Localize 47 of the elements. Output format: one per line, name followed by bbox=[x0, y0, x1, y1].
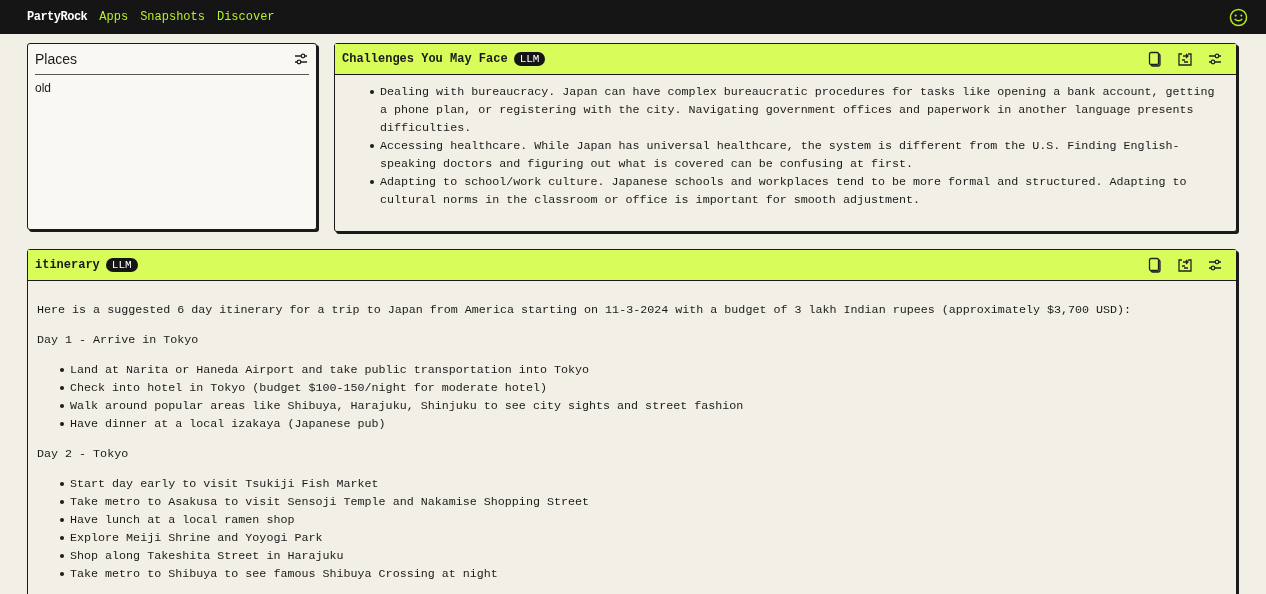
widget-title: Places bbox=[35, 51, 78, 67]
bullet-icon bbox=[60, 518, 64, 522]
nav-link[interactable]: Discover bbox=[216, 10, 275, 24]
list-item: Dealing with bureaucracy. Japan can have complex bureaucratic procedures for tasks like opening a bank account, getting a phone plan, or registering with the city. Navigating government offices and paperwork in another language presents difficulties. bbox=[380, 84, 1216, 137]
bullet-icon bbox=[60, 386, 64, 390]
copy-icon[interactable] bbox=[1147, 257, 1163, 273]
list-item: Walk around popular areas like Shibuya, Harajuku, Shinjuku to see city sights and street fashion bbox=[70, 398, 744, 415]
list-item: Have lunch at a local ramen shop bbox=[70, 512, 295, 529]
brand-link[interactable]: PartyRock bbox=[27, 10, 88, 24]
bullet-icon bbox=[370, 144, 374, 148]
widget-title: itinerary bbox=[35, 258, 100, 272]
bullet-icon bbox=[60, 482, 64, 486]
list-item: Land at Narita or Haneda Airport and take public transportation into Tokyo bbox=[70, 362, 589, 379]
bullet-icon bbox=[60, 422, 64, 426]
list-item: Have dinner at a local izakaya (Japanese pub) bbox=[70, 416, 386, 433]
list-item: Check into hotel in Tokyo (budget $100-150/night for moderate hotel) bbox=[70, 380, 547, 397]
list-item: Accessing healthcare. While Japan has universal healthcare, the system is different from the U.S. Finding English-speaking doctors and figuring out what is covered can be confusing at first. bbox=[380, 138, 1181, 173]
bullet-icon bbox=[60, 368, 64, 372]
paragraph: Day 2 - Tokyo bbox=[37, 446, 130, 463]
bullet-icon bbox=[60, 554, 64, 558]
bullet-icon bbox=[60, 572, 64, 576]
smiley-icon[interactable] bbox=[1229, 7, 1248, 27]
bullet-icon bbox=[370, 90, 374, 94]
nav-link[interactable]: Snapshots bbox=[140, 10, 205, 24]
bullet-icon bbox=[60, 404, 64, 408]
settings-icon[interactable] bbox=[293, 51, 309, 67]
copy-icon[interactable] bbox=[1147, 51, 1163, 67]
llm-badge: LLM bbox=[105, 258, 138, 272]
nav-link[interactable]: Apps bbox=[99, 10, 129, 24]
export-icon[interactable] bbox=[1177, 51, 1193, 67]
export-icon[interactable] bbox=[1177, 257, 1193, 273]
list-item: Explore Meiji Shrine and Yoyogi Park bbox=[70, 530, 323, 547]
bullet-icon bbox=[60, 500, 64, 504]
settings-icon[interactable] bbox=[1207, 51, 1223, 67]
list-item: Shop along Takeshita Street in Harajuku bbox=[70, 548, 344, 565]
list-item: Take metro to Asakusa to visit Sensoji Temple and Nakamise Shopping Street bbox=[70, 494, 589, 511]
bullet-icon bbox=[60, 536, 64, 540]
list-item: Start day early to visit Tsukiji Fish Market bbox=[70, 476, 379, 493]
widget-title: Challenges You May Face bbox=[342, 52, 508, 66]
list-item: Adapting to school/work culture. Japanese schools and workplaces tend to be more formal and structured. Adapting to cultural norms in the classroom or office is important for smooth adjustment. bbox=[380, 174, 1188, 209]
paragraph: Day 1 - Arrive in Tokyo bbox=[37, 332, 200, 349]
bullet-icon bbox=[370, 180, 374, 184]
list-item: Take metro to Shibuya to see famous Shibuya Crossing at night bbox=[70, 566, 498, 583]
llm-badge: LLM bbox=[513, 52, 546, 66]
input-field[interactable]: old bbox=[35, 75, 309, 101]
settings-icon[interactable] bbox=[1207, 257, 1223, 273]
paragraph: Here is a suggested 6 day itinerary for a trip to Japan from America starting on 11-3-2024 with a budget of 3 lakh Indian rupees (approximately $3,700 USD): bbox=[37, 302, 1133, 319]
